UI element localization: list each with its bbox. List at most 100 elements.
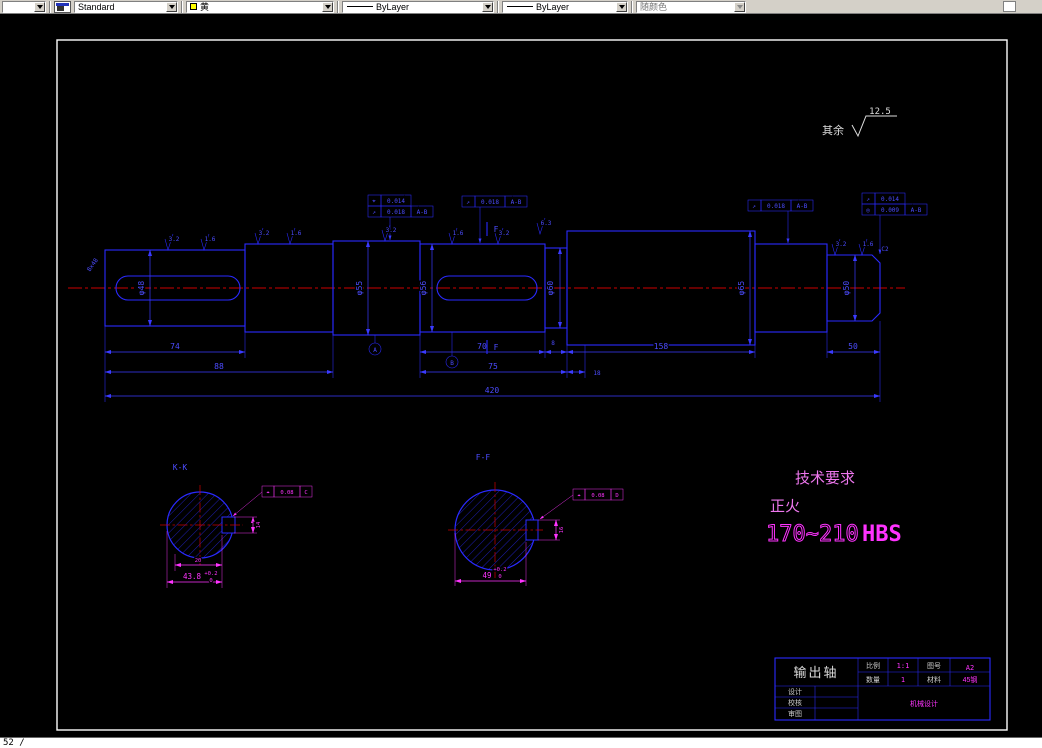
command-line-text: 52 / — [3, 738, 25, 748]
color-arrow-icon[interactable] — [322, 1, 333, 12]
drawing-area[interactable]: 74 88 70 8 75 18 158 50 420 φ48 φ55 φ56 … — [0, 14, 1042, 737]
shaft-dimensions: 74 88 70 8 75 18 158 50 420 — [104, 321, 881, 402]
section-left-dim1: 20 — [195, 558, 202, 564]
toolbar-separator — [337, 0, 339, 13]
section-letter-bottom: F — [494, 343, 499, 352]
datum-b: B — [445, 332, 459, 369]
dim-75: 75 — [488, 362, 498, 371]
yellow-color-swatch — [190, 3, 197, 10]
linetype-combo[interactable]: ByLayer — [342, 0, 494, 13]
dim-70: 70 — [477, 342, 487, 351]
dia-label-1: φ48 — [137, 281, 146, 296]
tol-datum-ref: A-B — [511, 199, 522, 206]
sheet-border — [56, 39, 1008, 731]
tol-symbol: ↗ — [372, 209, 376, 216]
datum-a: A — [368, 335, 382, 356]
section-left-tolerance-frame: ⌖ 0.08 C — [232, 485, 313, 517]
dim-158: 158 — [654, 342, 669, 351]
tol-value: 0.014 — [881, 196, 899, 203]
tol-lower: 0 — [209, 578, 212, 584]
section-left-side-dim: 14 — [256, 521, 262, 528]
roughness-value: 3.2 — [836, 241, 847, 248]
roughness-value: 1.6 — [291, 230, 302, 237]
tol-value: 0.018 — [481, 199, 499, 206]
roughness-value: 3.2 — [499, 230, 510, 237]
titleblock-row-review: 审图 — [788, 709, 802, 718]
tol-datum-ref: C — [304, 490, 307, 496]
text-style-combo[interactable]: Standard — [74, 0, 178, 13]
plotstyle-value: 随颜色 — [640, 1, 668, 12]
text-style-icon[interactable] — [54, 0, 71, 13]
properties-toolbar: Standard 黄 ByLayer ByLayer 随颜色 — [0, 0, 1042, 14]
datum-letter: B — [450, 360, 454, 367]
section-left-label: K-K — [173, 463, 188, 472]
tol-datum-ref: A-B — [911, 207, 922, 214]
quantity-label: 数量 — [866, 675, 880, 684]
roughness-value: 3.2 — [259, 230, 270, 237]
tech-req-unit: HBS — [862, 522, 902, 547]
dia-label-5: φ65 — [737, 281, 746, 296]
toolbar-separator — [49, 0, 51, 13]
tol-value: 0.08 — [280, 490, 293, 496]
tol-upper: +0.2 — [493, 567, 506, 573]
roughness-value: 3.2 — [169, 236, 180, 243]
toolbar-end-button[interactable] — [1003, 1, 1016, 12]
linetype-value: ByLayer — [376, 1, 410, 12]
tol-datum-ref: D — [615, 493, 618, 499]
toolbar-separator — [631, 0, 633, 13]
material-value: 45钢 — [963, 675, 978, 684]
technical-requirements: 技术要求 正火 170~210 HBS — [766, 470, 902, 548]
section-view-right: F-F 49 +0.2 0 16 ⌖ 0.08 D — [448, 452, 624, 586]
dia-label-2: φ55 — [355, 281, 364, 296]
keyway-size-note: 8x48 — [86, 257, 100, 273]
section-left-dim2: 43.8 — [183, 572, 202, 581]
tol-value: 0.018 — [767, 203, 785, 210]
section-right-label: F-F — [476, 453, 491, 462]
color-combo[interactable]: 黄 — [186, 0, 334, 13]
dim-50: 50 — [848, 342, 858, 351]
tech-req-treatment: 正火 — [770, 498, 800, 515]
tolerance-frame-3: ↗ 0.018 A-B — [747, 199, 814, 244]
scale-label: 比例 — [866, 661, 880, 670]
part-name: 输出轴 — [793, 665, 838, 680]
tol-value: 0.009 — [881, 207, 899, 214]
section-right-side-dim: 16 — [559, 527, 565, 534]
roughness-value: 6.3 — [541, 220, 552, 227]
lineweight-arrow-icon[interactable] — [616, 1, 627, 12]
tol-value: 0.08 — [591, 493, 604, 499]
toolbar-separator — [181, 0, 183, 13]
leftmost-combo-arrow-icon[interactable] — [34, 1, 45, 12]
dim-18: 18 — [593, 370, 601, 377]
lineweight-combo[interactable]: ByLayer — [502, 0, 628, 13]
titleblock-row-check: 校核 — [788, 698, 802, 707]
section-right-tolerance-frame: ⌖ 0.08 D — [539, 488, 624, 520]
tol-value: 0.014 — [387, 198, 405, 205]
chamfer-note: C2 — [881, 246, 889, 253]
tol-lower: 0 — [498, 574, 501, 580]
roughness-value: 3.2 — [386, 227, 397, 234]
linetype-sample — [347, 6, 373, 7]
tol-symbol: ◎ — [866, 207, 870, 214]
quantity-value: 1 — [901, 676, 905, 684]
text-style-arrow-icon[interactable] — [166, 1, 177, 12]
tech-req-hardness: 170~210 — [766, 522, 859, 547]
command-line[interactable]: 52 / — [0, 737, 1042, 748]
titleblock-row-design: 设计 — [788, 687, 802, 696]
scale-value: 1:1 — [897, 662, 910, 670]
tol-symbol: ⌖ — [372, 198, 376, 205]
lineweight-sample — [507, 6, 533, 7]
dim-74: 74 — [170, 342, 180, 351]
tol-symbol: ↗ — [866, 196, 870, 203]
linetype-arrow-icon[interactable] — [482, 1, 493, 12]
title-block: 输出轴 比例 1:1 图号 A2 数量 1 材料 45钢 设计 校核 审图 机械… — [774, 657, 991, 721]
dia-label-4: φ60 — [546, 281, 555, 296]
tol-value: 0.018 — [387, 209, 405, 216]
tol-datum-ref: A-B — [797, 203, 808, 210]
tol-upper: +0.2 — [204, 571, 217, 577]
leftmost-combo[interactable] — [2, 0, 46, 13]
roughness-value: 1.6 — [863, 241, 874, 248]
roughness-remainder-label: 其余 — [822, 123, 844, 137]
section-right-dim: 49 — [482, 571, 491, 580]
tol-symbol: ↗ — [466, 199, 470, 206]
dia-label-3: φ56 — [419, 281, 428, 296]
